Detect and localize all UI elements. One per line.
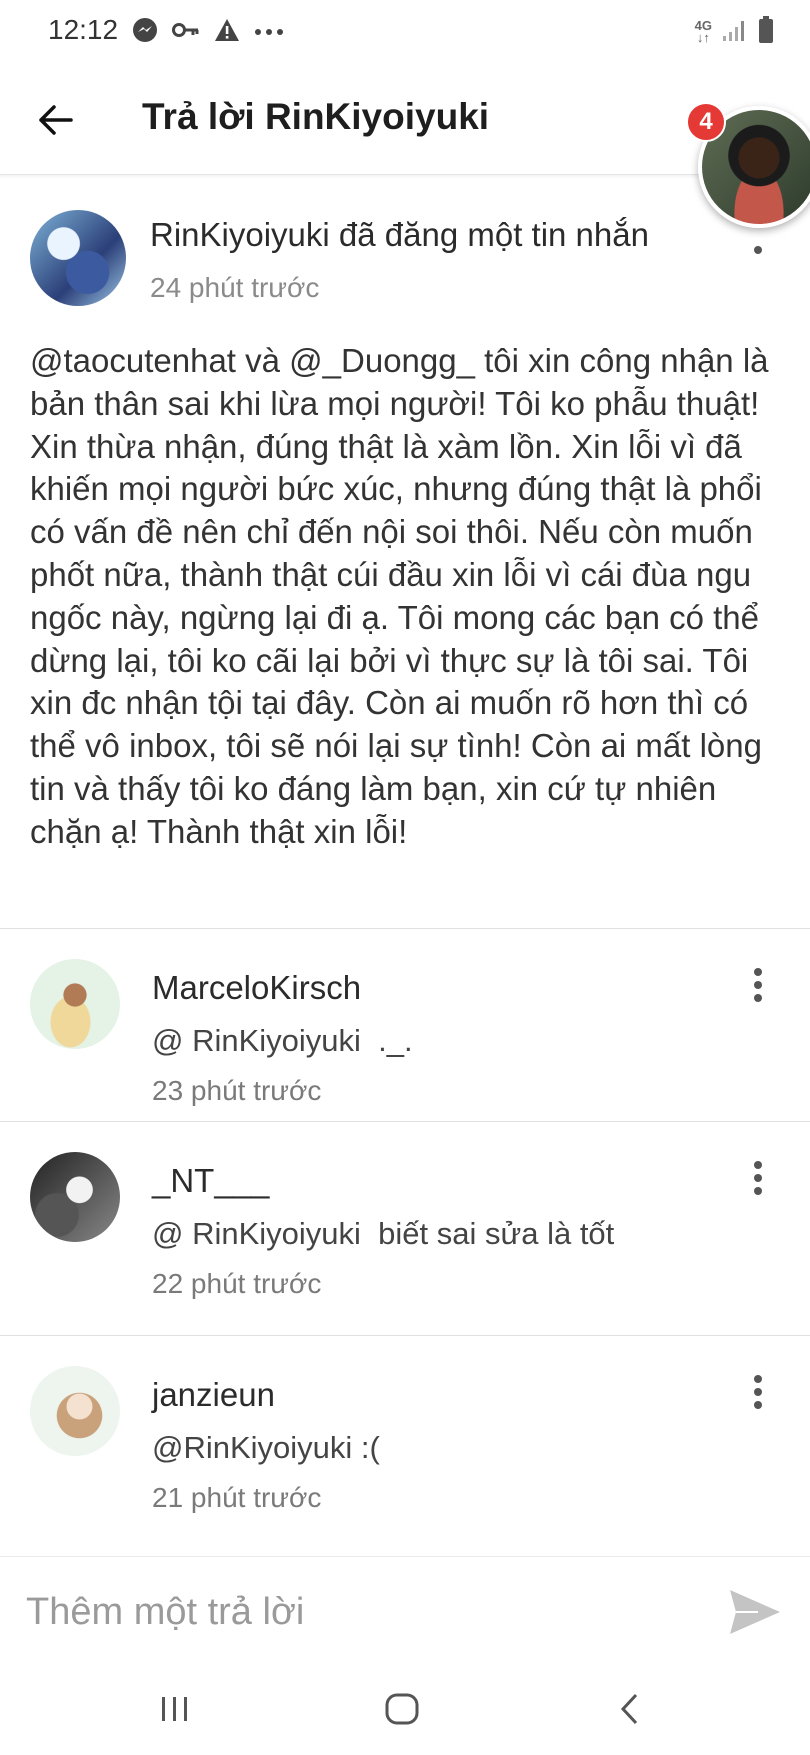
kebab-menu-icon xyxy=(754,968,762,1002)
reply-timestamp: 23 phút trước xyxy=(152,1075,322,1106)
more-dots-icon xyxy=(254,23,284,41)
home-icon xyxy=(385,1693,419,1725)
reply-author[interactable]: janzieun xyxy=(152,1376,275,1414)
send-icon xyxy=(730,1590,780,1634)
chevron-left-icon xyxy=(620,1693,638,1725)
reply-author[interactable]: MarceloKirsch xyxy=(152,969,361,1007)
status-time: 12:12 xyxy=(48,14,119,45)
kebab-menu-icon xyxy=(754,246,762,254)
reply-more-button[interactable] xyxy=(744,1374,772,1414)
reply-text: @ RinKiyoiyuki ._. xyxy=(152,1023,413,1058)
reply-more-button[interactable] xyxy=(744,967,772,1007)
back-button[interactable] xyxy=(28,92,84,148)
reply-timestamp: 22 phút trước xyxy=(152,1268,322,1299)
post-more-button[interactable] xyxy=(744,220,772,260)
arrow-left-icon xyxy=(39,105,73,135)
back-nav-button[interactable] xyxy=(600,1684,660,1734)
reply-text: @RinKiyoiyuki :( xyxy=(152,1430,380,1465)
reply-author[interactable]: _NT___ xyxy=(152,1162,269,1200)
avatar[interactable] xyxy=(30,1366,120,1456)
status-system-icons: 4G ↓↑ xyxy=(695,14,774,50)
reply-item: _NT___ @ RinKiyoiyuki biết sai sửa là tố… xyxy=(0,1122,810,1336)
android-nav-bar xyxy=(0,1666,810,1755)
avatar[interactable] xyxy=(30,959,120,1049)
send-button[interactable] xyxy=(722,1579,788,1645)
avatar[interactable] xyxy=(30,1152,120,1242)
recent-apps-button[interactable] xyxy=(145,1684,205,1734)
reply-item: janzieun @RinKiyoiyuki :( 21 phút trước xyxy=(0,1336,810,1555)
kebab-menu-icon xyxy=(754,1161,762,1195)
original-post: RinKiyoiyuki đã đăng một tin nhắn 24 phú… xyxy=(0,176,810,929)
key-icon xyxy=(172,20,200,45)
reply-composer xyxy=(0,1556,810,1667)
chat-head-badge: 4 xyxy=(686,102,726,142)
reply-text: @ RinKiyoiyuki biết sai sửa là tốt xyxy=(152,1216,615,1251)
avatar[interactable] xyxy=(30,210,126,306)
post-author-line: RinKiyoiyuki đã đăng một tin nhắn xyxy=(150,216,649,253)
reply-timestamp: 21 phút trước xyxy=(152,1482,322,1513)
home-button[interactable] xyxy=(372,1684,432,1734)
reply-item: MarceloKirsch @ RinKiyoiyuki ._. 23 phút… xyxy=(0,929,810,1122)
status-notification-icons xyxy=(132,16,284,48)
network-type: 4G ↓↑ xyxy=(694,18,712,45)
reply-input[interactable] xyxy=(24,1581,708,1643)
warning-icon xyxy=(214,18,240,47)
battery-icon xyxy=(758,15,774,49)
post-timestamp: 24 phút trước xyxy=(150,272,320,303)
post-body: @taocutenhat và @_Duongg_ tôi xin công n… xyxy=(30,342,769,850)
kebab-menu-icon xyxy=(754,1375,762,1409)
messenger-icon xyxy=(132,17,158,48)
page-title: Trả lời RinKiyoiyuki xyxy=(142,96,490,137)
status-bar: 12:12 4G ↓↑ xyxy=(0,0,810,66)
signal-icon xyxy=(722,18,748,47)
recent-apps-icon xyxy=(162,1697,187,1721)
reply-more-button[interactable] xyxy=(744,1160,772,1200)
